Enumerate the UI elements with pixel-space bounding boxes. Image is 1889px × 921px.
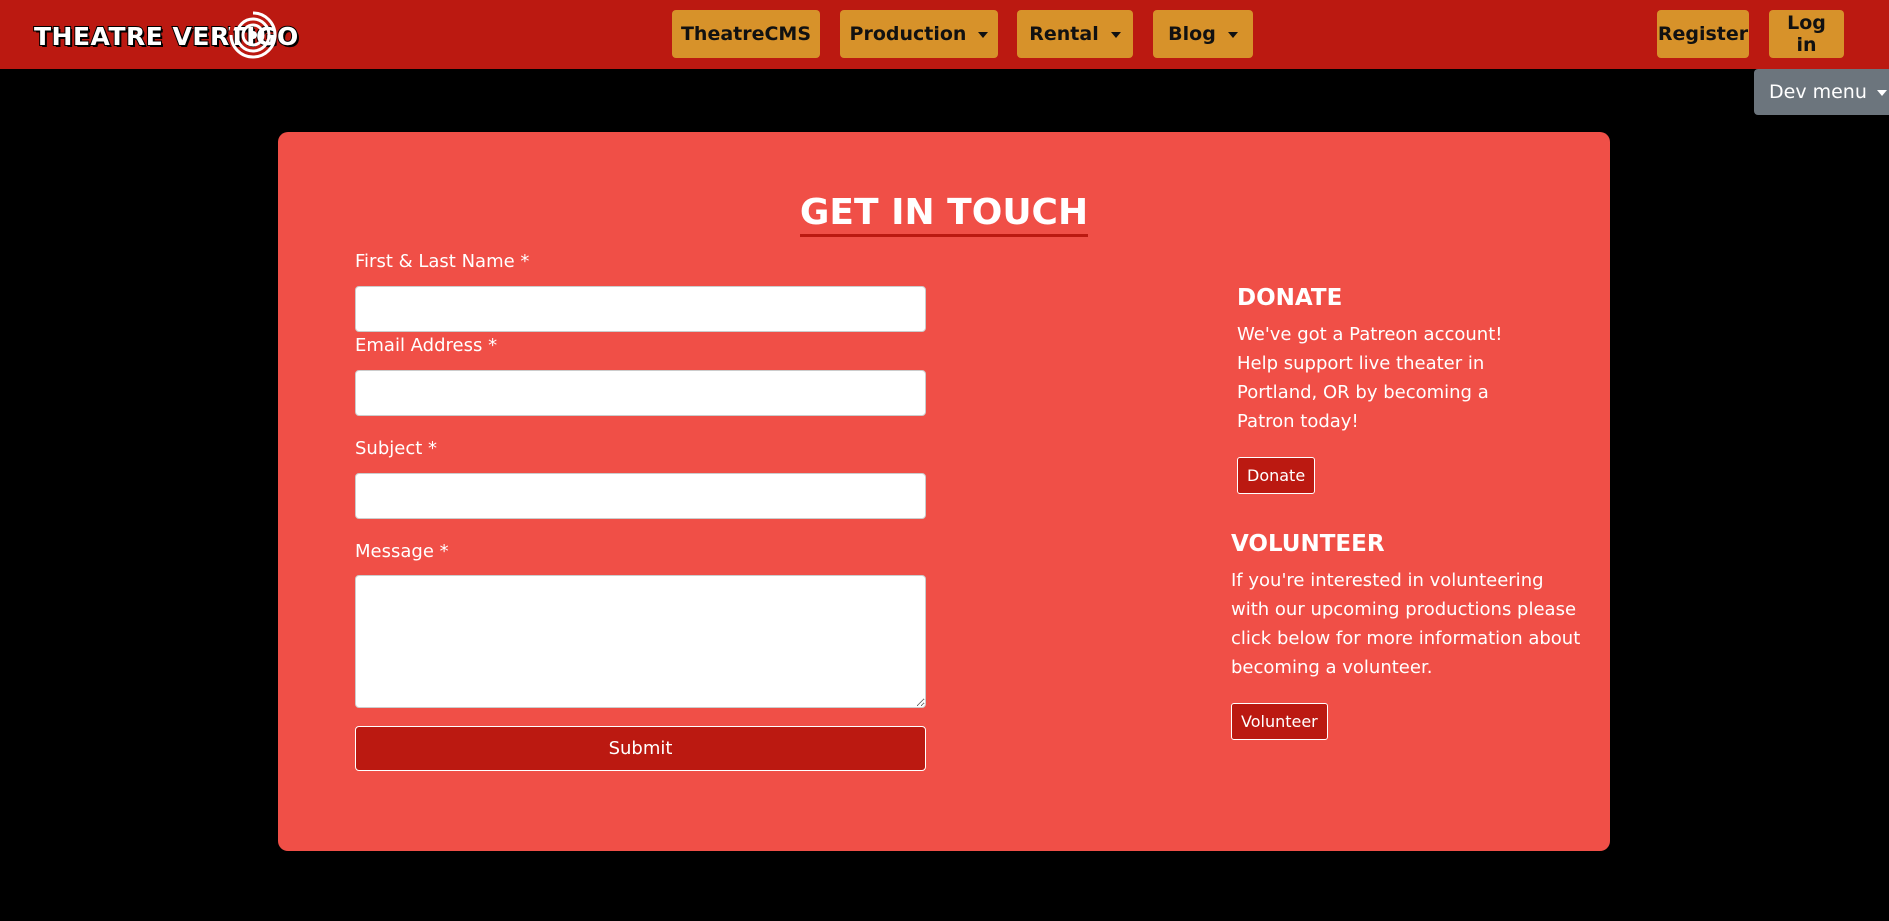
subject-label: Subject * <box>355 438 438 459</box>
nav-theatrecms-label: TheatreCMS <box>680 23 812 45</box>
login-button[interactable]: Log in <box>1769 10 1844 58</box>
volunteer-heading: VOLUNTEER <box>1231 531 1385 557</box>
name-field[interactable] <box>355 286 926 332</box>
volunteer-text: If you're interested in volunteering wit… <box>1231 570 1581 678</box>
nav-theatrecms[interactable]: TheatreCMS <box>672 10 820 58</box>
donate-button[interactable]: Donate <box>1237 457 1316 494</box>
caret-down-icon <box>1110 32 1121 38</box>
dev-menu-dropdown[interactable]: Dev menu <box>1754 69 1889 115</box>
nav-rental-dropdown[interactable]: Rental <box>1017 10 1133 58</box>
volunteer-button[interactable]: Volunteer <box>1231 703 1328 740</box>
submit-button[interactable]: Submit <box>355 726 926 771</box>
page-title-text: GET IN TOUCH <box>799 192 1089 237</box>
dev-menu-label: Dev menu <box>1769 81 1867 103</box>
nav-production-dropdown[interactable]: Production <box>840 10 998 58</box>
nav-blog-dropdown[interactable]: Blog <box>1153 10 1253 58</box>
nav-blog-label: Blog <box>1168 23 1216 45</box>
email-field[interactable] <box>355 370 926 416</box>
top-navbar: THEATRE VERTIGO TheatreCMS Production Re… <box>0 0 1889 69</box>
nav-production-label: Production <box>849 23 967 45</box>
donate-heading: DONATE <box>1237 285 1343 311</box>
donate-text: We've got a Patreon account! Help suppor… <box>1237 324 1503 432</box>
caret-down-icon <box>1227 32 1238 38</box>
nav-rental-label: Rental <box>1029 23 1099 45</box>
vertigo-spiral-icon <box>229 11 277 59</box>
caret-down-icon <box>978 32 989 38</box>
page-title: GET IN TOUCH <box>278 192 1610 237</box>
email-label: Email Address * <box>355 335 498 356</box>
caret-down-icon <box>1876 90 1887 96</box>
name-label: First & Last Name * <box>355 251 530 272</box>
message-field[interactable] <box>355 575 926 708</box>
message-label: Message * <box>355 541 449 562</box>
contact-card: GET IN TOUCH First & Last Name * Email A… <box>278 132 1610 851</box>
site-logo[interactable]: THEATRE VERTIGO <box>32 10 299 60</box>
subject-field[interactable] <box>355 473 926 519</box>
register-button[interactable]: Register <box>1657 10 1749 58</box>
